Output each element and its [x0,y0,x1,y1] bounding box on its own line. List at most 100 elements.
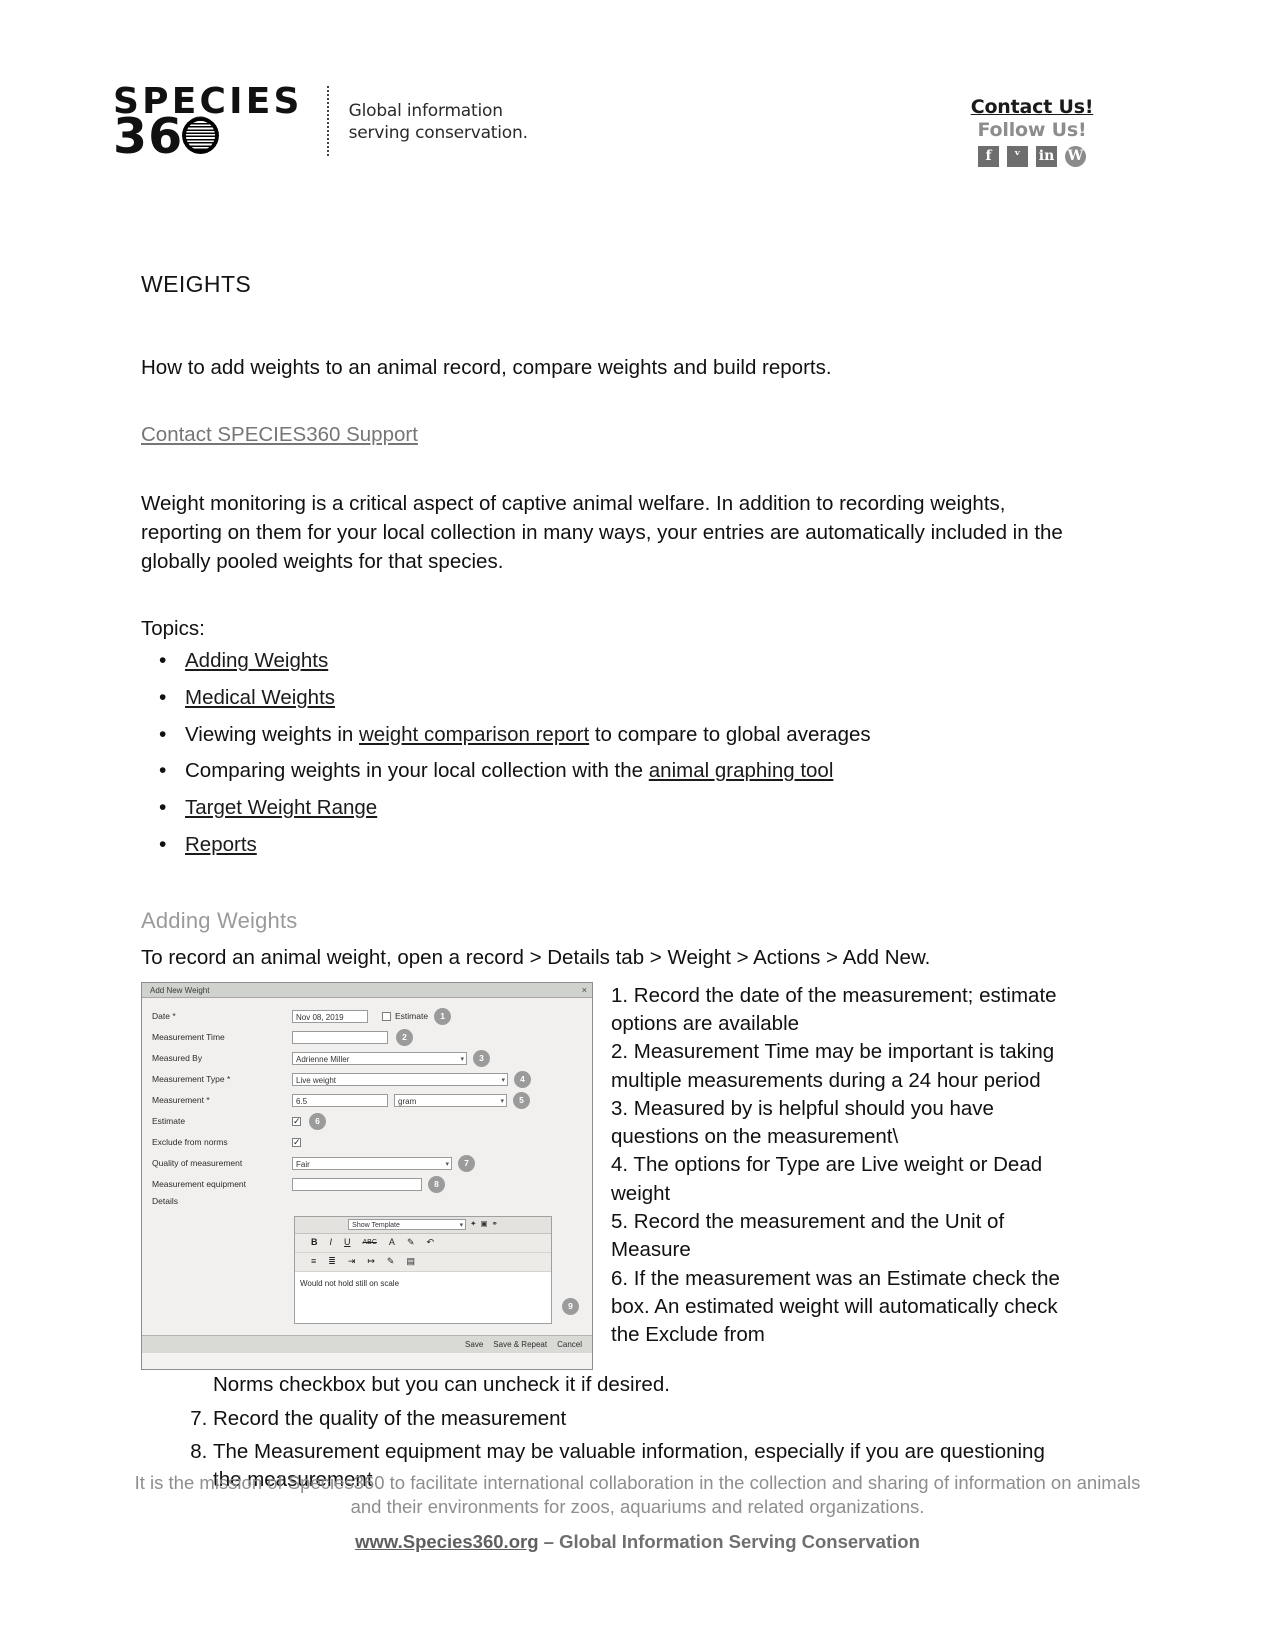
date-estimate-checkbox[interactable] [382,1011,391,1021]
strikethrough-icon[interactable]: ABC [363,1238,377,1248]
figure-and-steps: Add New Weight × Date * Nov 08, 2019 Est… [141,981,1076,1495]
chevron-down-icon: ▾ [501,1076,505,1084]
editor-toolbar-row-1: B I U ABC A ✎ ↶ [295,1233,551,1253]
contact-us-link[interactable]: Contact Us! [937,96,1127,118]
dialog-footer: Save Save & Repeat Cancel [142,1334,592,1353]
callout-1: 1 [434,1007,452,1025]
header-links: Contact Us! Follow Us! f ᵛ in W [937,96,1127,167]
field-row-quality: Quality of measurement Fair ▾ 7 [142,1153,592,1174]
table-icon[interactable]: ▤ [406,1255,415,1268]
measurement-label: Measurement * [152,1095,210,1106]
save-button[interactable]: Save [465,1339,483,1350]
bold-icon[interactable]: B [311,1236,318,1249]
measurement-type-select[interactable]: Live weight ▾ [292,1072,508,1086]
list-item: Adding Weights [159,646,1076,676]
text-color-icon[interactable]: A [389,1236,395,1249]
measured-by-label: Measured By [152,1053,203,1064]
measurement-time-label: Measurement Time [152,1032,225,1043]
topic-link-medical-weights[interactable]: Medical Weights [185,686,335,709]
editor-link-icon[interactable]: ⚭ [492,1219,498,1230]
italic-icon[interactable]: I [330,1236,333,1249]
format-painter-icon[interactable]: ✎ [387,1255,395,1268]
logo-360-row: 360 [113,112,303,161]
equipment-input[interactable] [292,1177,422,1191]
step-2: 2. Measurement Time may be important is … [611,1040,1055,1092]
measurement-value-input[interactable]: 6.5 [292,1093,388,1107]
editor-image-icon[interactable]: ▣ [480,1219,487,1230]
list-item: Viewing weights in weight comparison rep… [159,720,1076,750]
chevron-down-icon: ▾ [460,1055,464,1063]
quality-label: Quality of measurement [152,1158,243,1169]
measured-by-select[interactable]: Adrienne Miller ▾ [292,1051,467,1065]
species360-url-link[interactable]: www.Species360.org [355,1531,538,1552]
page-title: WEIGHTS [141,271,252,297]
quality-select[interactable]: Fair ▾ [292,1156,452,1170]
contact-support-link[interactable]: Contact SPECIES360 Support [141,420,418,449]
field-row-equipment: Measurement equipment 8 [142,1174,592,1195]
measurement-unit-value: gram [398,1096,417,1106]
topic-prefix: Comparing weights in your local collecti… [185,759,649,783]
footer-tagline: www.Species360.org – Global Information … [0,1530,1275,1554]
add-new-weight-dialog-screenshot: Add New Weight × Date * Nov 08, 2019 Est… [141,981,593,1370]
topic-link-reports[interactable]: Reports [185,833,257,856]
callout-5: 5 [513,1091,530,1109]
topic-link-adding-weights[interactable]: Adding Weights [185,649,328,672]
chevron-down-icon: ▾ [459,1222,464,1230]
outdent-icon[interactable]: ↦ [367,1255,375,1268]
date-estimate-label: Estimate [395,1011,429,1022]
wordpress-icon[interactable]: W [1065,146,1086,167]
document-body: WEIGHTS How to add weights to an animal … [141,268,1076,1499]
exclude-from-norms-checkbox[interactable] [292,1136,301,1149]
species360-logo: SPECIES 360 Global information serving c… [113,84,528,161]
field-row-date: Date * Nov 08, 2019 Estimate 1 [142,1006,592,1027]
save-and-repeat-button[interactable]: Save & Repeat [493,1339,547,1350]
cancel-button[interactable]: Cancel [557,1339,582,1350]
field-row-measurement-time: Measurement Time 2 [142,1027,592,1048]
topic-link-target-weight-range[interactable]: Target Weight Range [185,796,377,819]
twitter-icon[interactable]: ᵛ [1007,146,1028,167]
linkedin-icon[interactable]: in [1036,146,1057,167]
editor-template-value: Show Template [352,1222,400,1230]
logo-tagline-line2: serving conservation. [348,123,528,143]
details-editor-content[interactable]: Would not hold still on scale [295,1272,551,1295]
step-6-continuation: Norms checkbox but you can uncheck it if… [213,1372,670,1396]
bullet-list-icon[interactable]: ≡ [311,1255,316,1268]
section-heading-adding-weights: Adding Weights [141,908,298,934]
date-input[interactable]: Nov 08, 2019 [292,1009,368,1023]
chevron-down-icon: ▾ [500,1097,504,1105]
facebook-icon[interactable]: f [978,146,999,167]
step-7: Record the quality of the measurement [213,1405,1076,1434]
step-5: 5. Record the measurement and the Unit o… [611,1210,1005,1262]
details-rich-text-editor[interactable]: Show Template ▾ ✦ ▣ ⚭ B I U ABC A ✎ ↶ ≡ … [294,1215,552,1324]
topic-link-animal-graphing-tool[interactable]: animal graphing tool [649,759,834,782]
list-item: Comparing weights in your local collecti… [159,756,1076,786]
step-6: 6. If the measurement was an Estimate ch… [611,1266,1060,1347]
logo-tagline: Global information serving conservation. [349,100,528,145]
measurement-time-input[interactable] [292,1030,388,1044]
topic-link-weight-comparison-report[interactable]: weight comparison report [359,723,589,746]
measured-by-value: Adrienne Miller [296,1054,350,1064]
highlight-icon[interactable]: ✎ [407,1236,415,1249]
field-row-estimate: Estimate 6 [142,1111,592,1132]
field-row-exclude-from-norms: Exclude from norms [142,1132,592,1153]
measurement-unit-select[interactable]: gram ▾ [394,1093,507,1107]
logo-divider [326,86,329,158]
close-icon[interactable]: × [582,984,587,997]
editor-insert-icon[interactable]: ✦ [470,1219,476,1230]
callout-6: 6 [309,1112,326,1130]
estimate-checkbox[interactable] [292,1115,301,1128]
steps-column: 1. Record the date of the measurement; e… [611,982,1076,1350]
underline-icon[interactable]: U [344,1236,351,1249]
numbered-list-icon[interactable]: ≣ [328,1255,336,1268]
dialog-body: Date * Nov 08, 2019 Estimate 1 Measureme… [142,997,592,1353]
editor-template-select[interactable]: Show Template ▾ [348,1219,467,1231]
equipment-label: Measurement equipment [152,1179,247,1190]
date-label: Date * [152,1011,176,1022]
callout-7: 7 [458,1154,475,1172]
indent-icon[interactable]: ⇥ [348,1255,356,1268]
dialog-titlebar: Add New Weight × [142,982,592,998]
undo-icon[interactable]: ↶ [426,1236,434,1249]
measurement-type-value: Live weight [296,1075,337,1085]
callout-3: 3 [473,1049,490,1067]
quality-value: Fair [296,1159,310,1169]
